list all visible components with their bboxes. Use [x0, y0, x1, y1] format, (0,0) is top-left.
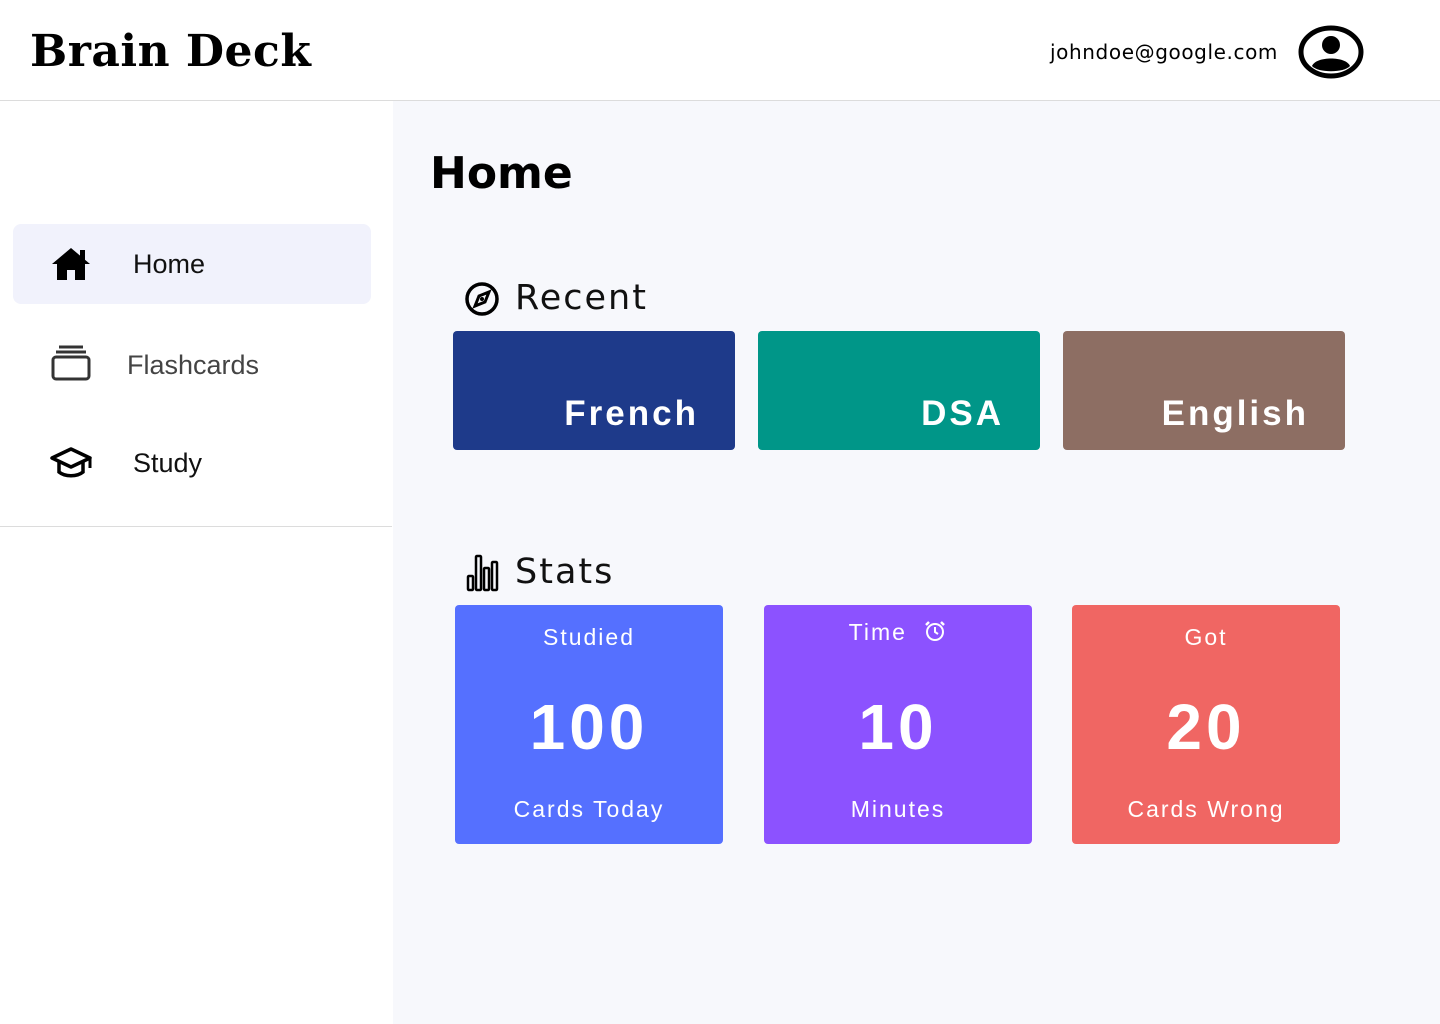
- home-icon: [49, 242, 93, 286]
- stat-title: Studied: [542, 624, 635, 650]
- sidebar-item-flashcards[interactable]: Flashcards: [13, 325, 371, 405]
- deck-name: English: [1161, 394, 1309, 433]
- sidebar-item-label: Home: [133, 249, 206, 279]
- sidebar-item-home[interactable]: Home: [13, 224, 371, 304]
- stat-caption: Minutes: [850, 796, 946, 822]
- stat-card-studied: Studied 100 Cards Today: [455, 605, 723, 844]
- top-header: Brain Deck johndoe@google.com: [0, 0, 1440, 101]
- deck-name: French: [564, 394, 699, 433]
- sidebar-item-label: Study: [133, 448, 203, 478]
- stat-title: Time: [848, 619, 907, 645]
- bar-chart-icon: [463, 552, 501, 592]
- recent-label: Recent: [515, 278, 648, 318]
- compass-icon: [463, 278, 501, 318]
- stats-label: Stats: [515, 552, 615, 592]
- deck-name: DSA: [921, 394, 1004, 433]
- stat-title: Got: [1184, 624, 1228, 650]
- sidebar: Home Flashcards Study: [0, 101, 393, 1024]
- sidebar-item-study[interactable]: Study: [13, 423, 371, 503]
- stat-value: 10: [858, 691, 938, 763]
- stat-caption: Cards Today: [513, 796, 665, 822]
- account-avatar-icon[interactable]: [1298, 25, 1364, 79]
- deck-card-french[interactable]: French: [453, 331, 735, 450]
- deck-card-english[interactable]: English: [1063, 331, 1345, 450]
- stat-value: 20: [1166, 691, 1246, 763]
- stat-caption: Cards Wrong: [1127, 796, 1285, 822]
- graduation-cap-icon: [49, 441, 93, 485]
- deck-card-dsa[interactable]: DSA: [758, 331, 1040, 450]
- alarm-clock-icon: [923, 619, 947, 643]
- user-email: johndoe@google.com: [1050, 40, 1278, 64]
- stat-value: 100: [529, 691, 649, 763]
- cards-stack-icon: [49, 343, 93, 387]
- brand-logo[interactable]: Brain Deck: [30, 22, 311, 82]
- sidebar-item-label: Flashcards: [127, 350, 260, 380]
- stat-card-wrong: Got 20 Cards Wrong: [1072, 605, 1340, 844]
- stat-card-time: Time 10 Minutes: [764, 605, 1032, 844]
- main-content: Home Recent French DSA English Stats Stu…: [393, 101, 1440, 1024]
- stat-title-row: Time: [764, 618, 1032, 646]
- page-title: Home: [430, 148, 573, 199]
- sidebar-nav: Home Flashcards Study: [0, 101, 392, 527]
